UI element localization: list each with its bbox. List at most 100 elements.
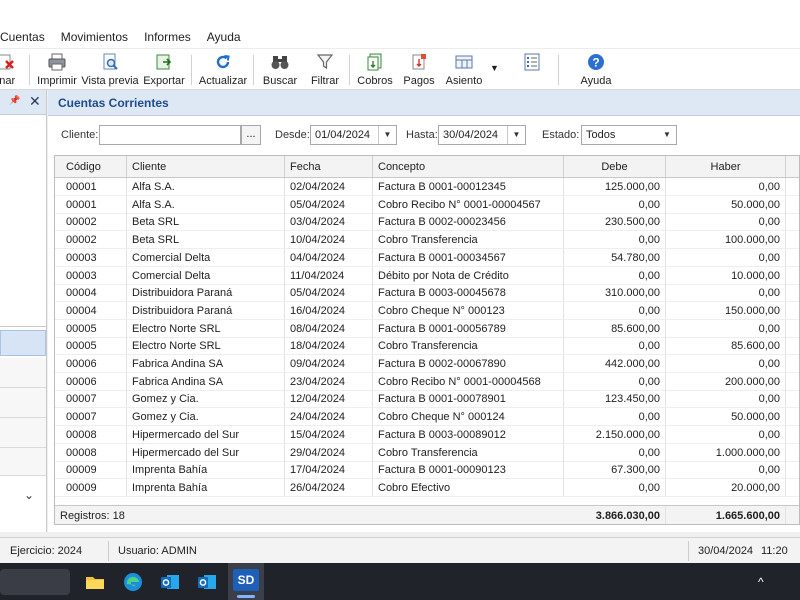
- collections-button[interactable]: Cobros: [357, 52, 393, 88]
- table-row[interactable]: 00006 Fabrica Andina SA 09/04/2024 Factura …: [55, 355, 799, 373]
- cell-code: 00003: [55, 266, 127, 284]
- table-row[interactable]: 00006 Fabrica Andina SA 23/04/2024 Cobro Re…: [55, 372, 799, 391]
- cell-credit: 0,00: [666, 248, 786, 266]
- cell-extra: [786, 461, 799, 478]
- table-row[interactable]: 00008 Hipermercado del Sur 15/04/2024 Factu…: [55, 425, 799, 444]
- delete-button[interactable]: inar: [0, 52, 18, 88]
- taskbar-search[interactable]: [0, 569, 70, 595]
- table-row[interactable]: 00009 Imprenta Bahía 26/04/2024 Cobro Efect…: [55, 478, 799, 497]
- list-button[interactable]: [518, 52, 546, 88]
- table-row[interactable]: 00003 Comercial Delta 11/04/2024 Débito por…: [55, 266, 799, 285]
- help-button[interactable]: ? Ayuda: [578, 52, 614, 88]
- panel-header: Cuentas Corrientes: [48, 90, 800, 116]
- cell-debit: 54.780,00: [564, 248, 666, 266]
- printer-icon: [47, 52, 67, 72]
- cell-date: 10/04/2024: [285, 231, 373, 249]
- table-row[interactable]: 00001 Alfa S.A. 05/04/2024 Cobro Recibo N° …: [55, 195, 799, 214]
- nav-item-selected[interactable]: [0, 330, 46, 356]
- main-panel: Cuentas Corrientes Cliente: ... Desde: 0…: [48, 90, 800, 532]
- entry-button[interactable]: Asiento: [444, 52, 484, 88]
- print-button[interactable]: Imprimir: [37, 52, 77, 88]
- tray-chevron-icon[interactable]: ^: [758, 575, 764, 589]
- table-row[interactable]: 00008 Hipermercado del Sur 29/04/2024 Cobro…: [55, 443, 799, 462]
- cell-debit: 442.000,00: [564, 355, 666, 372]
- cell-concept: Cobro Cheque N° 000123: [373, 301, 564, 319]
- cell-extra: [786, 196, 799, 213]
- table-row[interactable]: 00002 Beta SRL 03/04/2024 Factura B 0002-00…: [55, 213, 799, 232]
- status-select[interactable]: Todos ▼: [581, 125, 677, 145]
- taskbar-active-app[interactable]: SD: [228, 563, 264, 600]
- to-date-field[interactable]: 30/04/2024 ▼: [438, 125, 526, 145]
- preview-button[interactable]: Vista previa: [81, 52, 139, 88]
- cell-client: Distribuidora Paraná: [127, 284, 285, 302]
- table-row[interactable]: 00003 Comercial Delta 04/04/2024 Factura B …: [55, 248, 799, 267]
- chevron-down-icon[interactable]: ▼: [378, 126, 396, 144]
- nav-item[interactable]: [0, 388, 46, 418]
- table-row[interactable]: 00004 Distribuidora Paraná 05/04/2024 Factu…: [55, 284, 799, 303]
- payments-button[interactable]: Pagos: [402, 52, 436, 88]
- outlook-icon[interactable]: [157, 569, 183, 595]
- client-label: Cliente:: [61, 129, 99, 141]
- toolbar-separator: [558, 55, 559, 85]
- cell-date: 29/04/2024: [285, 443, 373, 461]
- cell-code: 00009: [55, 478, 127, 496]
- menu-informes[interactable]: Informes: [136, 26, 199, 48]
- cell-date: 05/04/2024: [285, 284, 373, 302]
- table-row[interactable]: 00007 Gomez y Cia. 12/04/2024 Factura B 000…: [55, 390, 799, 409]
- close-icon[interactable]: ✕: [29, 93, 41, 110]
- entry-dropdown-icon[interactable]: ▼: [490, 63, 499, 73]
- column-header-debit[interactable]: Debe: [564, 156, 666, 177]
- nav-item[interactable]: [0, 358, 46, 388]
- help-icon: ?: [587, 52, 605, 72]
- search-button[interactable]: Buscar: [262, 52, 298, 88]
- table-row[interactable]: 00005 Electro Norte SRL 08/04/2024 Factura …: [55, 319, 799, 338]
- table-row[interactable]: 00009 Imprenta Bahía 17/04/2024 Factura B 0…: [55, 461, 799, 480]
- refresh-label: Actualizar: [198, 75, 248, 87]
- chevron-down-icon[interactable]: ⌄: [24, 488, 34, 502]
- menu-movimientos[interactable]: Movimientos: [53, 26, 136, 48]
- cell-code: 00006: [55, 372, 127, 390]
- cell-code: 00007: [55, 408, 127, 426]
- cell-client: Gomez y Cia.: [127, 390, 285, 408]
- refresh-button[interactable]: Actualizar: [198, 52, 248, 88]
- export-button[interactable]: Exportar: [143, 52, 185, 88]
- cell-concept: Factura B 0002-00023456: [373, 213, 564, 231]
- column-header-credit[interactable]: Haber: [666, 156, 786, 177]
- column-header-client[interactable]: Cliente: [127, 156, 285, 177]
- cell-extra: [786, 337, 799, 354]
- menu-ayuda[interactable]: Ayuda: [199, 26, 249, 48]
- filter-button[interactable]: Filtrar: [308, 52, 342, 88]
- table-row[interactable]: 00004 Distribuidora Paraná 16/04/2024 Cobro…: [55, 301, 799, 320]
- nav-item[interactable]: [0, 448, 46, 476]
- client-lookup-button[interactable]: ...: [241, 125, 261, 145]
- menu-cuentas[interactable]: Cuentas: [0, 26, 53, 48]
- outlook-icon[interactable]: [194, 569, 220, 595]
- chevron-down-icon[interactable]: ▼: [507, 126, 525, 144]
- pin-icon[interactable]: 📌: [9, 95, 20, 106]
- from-date-field[interactable]: 01/04/2024 ▼: [310, 125, 397, 145]
- column-header-date[interactable]: Fecha: [285, 156, 373, 177]
- delete-icon: [0, 52, 15, 72]
- table-row[interactable]: 00007 Gomez y Cia. 24/04/2024 Cobro Cheque …: [55, 408, 799, 427]
- table-row[interactable]: 00001 Alfa S.A. 02/04/2024 Factura B 0001-0…: [55, 178, 799, 196]
- column-header-concept[interactable]: Concepto: [373, 156, 564, 177]
- payments-icon: [410, 52, 428, 72]
- edge-browser-icon[interactable]: [120, 569, 146, 595]
- accounts-grid[interactable]: Código Cliente Fecha Concepto Debe Haber…: [54, 155, 800, 525]
- nav-item[interactable]: [0, 418, 46, 448]
- table-row[interactable]: 00002 Beta SRL 10/04/2024 Cobro Transferenc…: [55, 231, 799, 250]
- cell-credit: 1.000.000,00: [666, 443, 786, 461]
- cell-date: 05/04/2024: [285, 195, 373, 213]
- grid-footer: Registros: 18 3.866.030,00 1.665.600,00: [55, 505, 799, 524]
- table-row[interactable]: 00005 Electro Norte SRL 18/04/2024 Cobro Tr…: [55, 337, 799, 356]
- file-explorer-icon[interactable]: [82, 569, 108, 595]
- cell-debit: 310.000,00: [564, 284, 666, 302]
- column-header-code[interactable]: Código: [55, 156, 127, 177]
- export-label: Exportar: [143, 75, 185, 87]
- chevron-down-icon[interactable]: ▼: [658, 126, 676, 144]
- cell-extra: [786, 390, 799, 407]
- to-label: Hasta:: [406, 129, 438, 141]
- cell-client: Hipermercado del Sur: [127, 443, 285, 461]
- cell-extra: [786, 284, 799, 301]
- client-input[interactable]: [99, 125, 241, 145]
